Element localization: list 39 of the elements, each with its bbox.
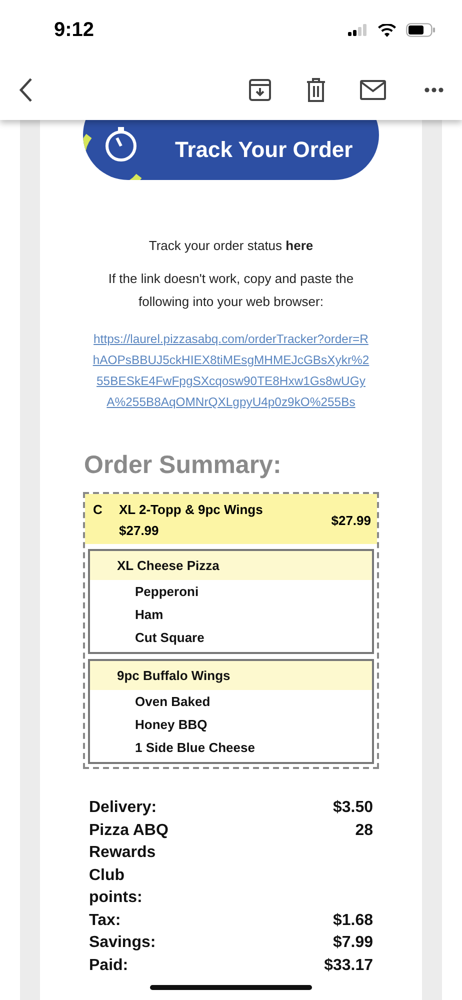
total-label: Paid:: [89, 956, 130, 976]
wifi-icon: [378, 24, 396, 36]
status-time: 9:12: [54, 18, 94, 42]
tracker-link[interactable]: https://laurel.pizzasabq.com/orderTracker?order=R: [94, 329, 368, 350]
total-label: Pizza ABQ Rewards Club points:: [89, 820, 170, 908]
combo-code: C: [93, 502, 104, 517]
tracker-link[interactable]: A%255B8AqOMNrQXLgpyU4p0z9kO%255Bs: [106, 392, 356, 413]
back-icon[interactable]: [18, 77, 34, 103]
total-value: $7.99: [332, 933, 373, 953]
total-value: $1.68: [332, 910, 373, 930]
combo-name: XL 2-Topp & 9pc Wings: [119, 502, 264, 517]
order-summary-heading: Order Summary:: [84, 451, 282, 480]
total-label: Tax:: [89, 910, 122, 930]
archive-icon[interactable]: [248, 78, 272, 102]
more-icon[interactable]: [424, 87, 444, 93]
track-order-button[interactable]: Track Your Order: [83, 120, 379, 180]
total-value: $3.50: [332, 798, 373, 818]
track-status-text: Track your order status here: [148, 237, 314, 255]
combo-sub-price: $27.99: [119, 523, 160, 538]
signal-icon: [348, 24, 368, 36]
trash-icon[interactable]: [306, 78, 326, 102]
mail-icon[interactable]: [360, 80, 386, 100]
combo-price: $27.99: [331, 512, 371, 528]
item-option: Pepperoni: [90, 580, 372, 603]
instruction-text: If the link doesn't work, copy and paste the following into your web browser:: [107, 270, 355, 311]
item-option: Oven Baked: [90, 690, 372, 713]
item-option: 1 Side Blue Cheese: [90, 736, 372, 762]
total-value: $33.17: [324, 956, 373, 976]
tracker-link[interactable]: hAOPsBBUJ5ckHIEX8tiMEsgMHMEJcGBsXykr%2: [92, 350, 370, 371]
tracker-link[interactable]: 55BESkE4FwFpgSXcqosw90TE8Hxw1Gs8wUGy: [96, 371, 366, 392]
battery-icon: [406, 23, 436, 37]
item-option: Cut Square: [90, 626, 372, 652]
total-label: Delivery:: [89, 798, 158, 818]
total-value: 28: [354, 820, 373, 840]
item-option: Honey BBQ: [90, 713, 372, 736]
item-option: Ham: [90, 603, 372, 626]
item-name: XL Cheese Pizza: [90, 551, 372, 580]
total-label: Savings:: [89, 933, 157, 953]
item-name: 9pc Buffalo Wings: [90, 661, 372, 690]
